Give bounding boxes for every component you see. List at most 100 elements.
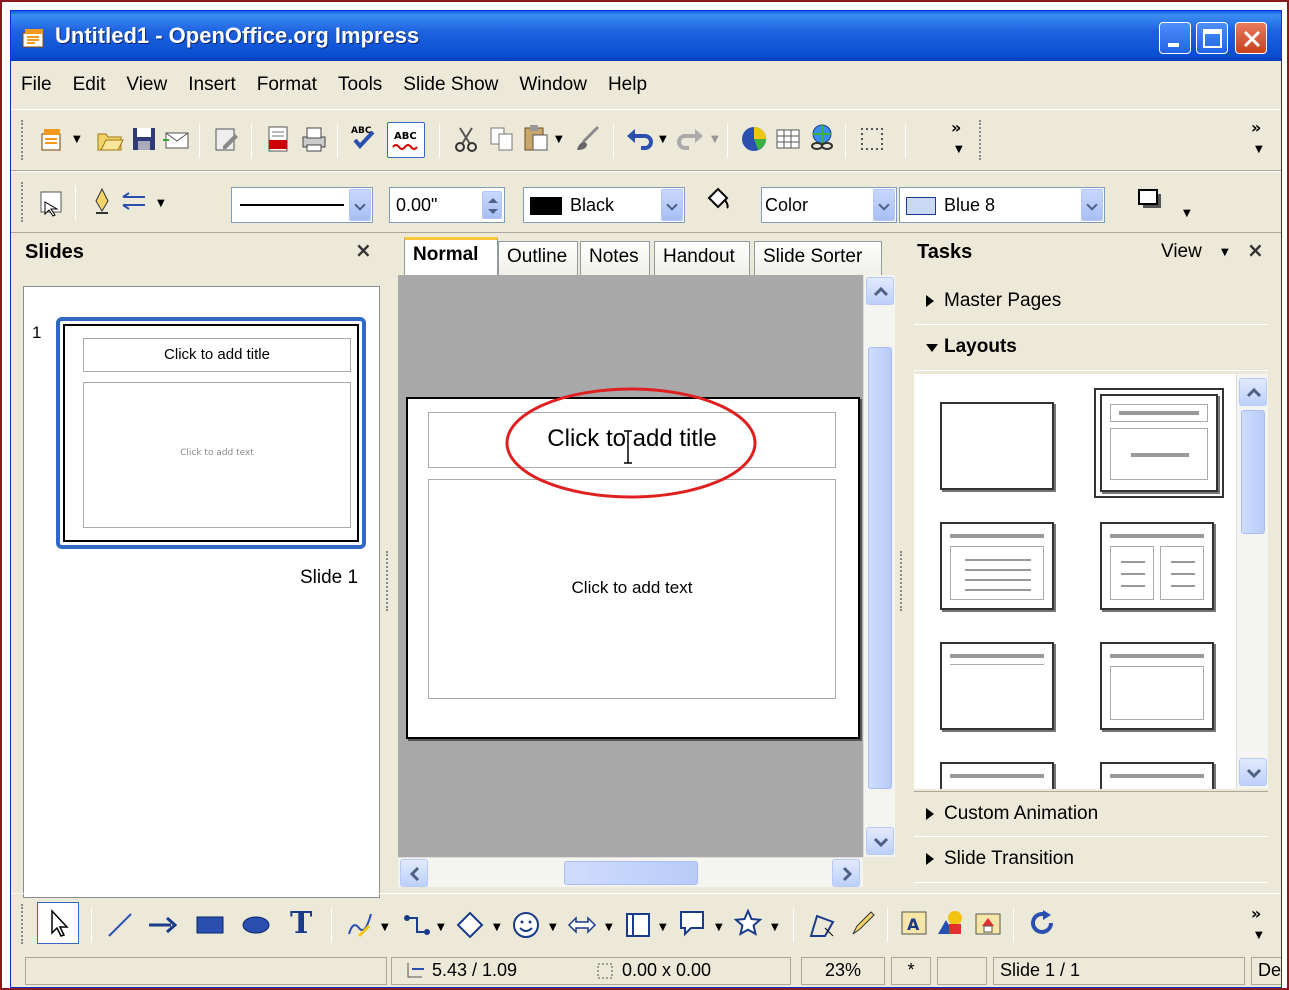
arrow-line-tool-icon[interactable] [147, 910, 177, 940]
rectangle-tool-icon[interactable] [195, 910, 225, 940]
slide-text-placeholder[interactable]: Click to add text [428, 479, 836, 699]
toolbar-grip[interactable] [21, 120, 25, 160]
curve-dropdown-icon[interactable]: ▼ [381, 922, 389, 933]
tasks-view-dropdown-icon[interactable]: ▼ [1221, 247, 1229, 258]
block-arrows-dropdown-icon[interactable]: ▼ [605, 922, 613, 933]
maximize-button[interactable] [1196, 22, 1228, 54]
menu-edit[interactable]: Edit [73, 74, 106, 96]
menu-file[interactable]: File [21, 74, 52, 96]
text-tool-icon[interactable]: T [287, 906, 317, 936]
title-bar[interactable]: Untitled1 - OpenOffice.org Impress [11, 11, 1281, 61]
scroll-left-button[interactable] [400, 859, 428, 887]
menu-view[interactable]: View [126, 74, 167, 96]
task-slide-transition[interactable]: Slide Transition [914, 837, 1268, 883]
tasks-view-menu[interactable]: View [1161, 241, 1202, 263]
scroll-down-button[interactable] [866, 827, 894, 855]
fontwork-icon[interactable]: A [899, 908, 929, 938]
points-edit-icon[interactable] [807, 910, 837, 940]
symbol-shapes-dropdown-icon[interactable]: ▼ [549, 922, 557, 933]
print-icon[interactable] [299, 124, 329, 154]
layout-partial-2[interactable] [1100, 762, 1214, 789]
symbol-shapes-smiley-icon[interactable] [511, 910, 541, 940]
tab-notes[interactable]: Notes [580, 241, 650, 275]
callouts-icon[interactable] [677, 908, 707, 938]
task-layouts[interactable]: Layouts [914, 325, 1268, 371]
line-color-dropdown[interactable] [661, 189, 683, 221]
left-splitter[interactable] [383, 275, 391, 887]
layouts-scroll-down-button[interactable] [1239, 758, 1267, 786]
callouts-dropdown-icon[interactable]: ▼ [715, 922, 723, 933]
redo-dropdown-icon[interactable]: ▼ [711, 134, 719, 145]
line-icon[interactable] [87, 186, 117, 216]
horizontal-scrollbar[interactable] [398, 857, 863, 887]
format-paintbrush-icon[interactable] [573, 124, 603, 154]
flowchart-icon[interactable] [623, 910, 653, 940]
new-dropdown-icon[interactable]: ▼ [73, 134, 81, 145]
layouts-scroll-thumb[interactable] [1241, 410, 1265, 534]
vertical-scroll-thumb[interactable] [868, 347, 892, 789]
shadow-icon[interactable] [1135, 186, 1165, 216]
menu-tools[interactable]: Tools [338, 74, 382, 96]
area-style-select[interactable]: Color [761, 187, 897, 223]
toolbar-overflow-chevron-icon[interactable]: » [1251, 118, 1261, 137]
area-fill-icon[interactable] [703, 186, 733, 216]
layout-two-columns[interactable] [1100, 522, 1214, 610]
export-pdf-icon[interactable] [263, 124, 293, 154]
flowchart-dropdown-icon[interactable]: ▼ [659, 922, 667, 933]
email-icon[interactable] [161, 124, 191, 154]
rotate-icon[interactable] [1027, 908, 1057, 938]
area-color-select[interactable]: Blue 8 [899, 187, 1105, 223]
stars-dropdown-icon[interactable]: ▼ [771, 922, 779, 933]
menu-insert[interactable]: Insert [188, 74, 236, 96]
drawbar-overflow-dropdown-icon[interactable]: ▼ [1255, 930, 1263, 941]
line-tool-icon[interactable] [105, 910, 135, 940]
right-splitter[interactable] [897, 275, 905, 887]
connector-tool-icon[interactable] [403, 910, 433, 940]
task-custom-animation[interactable]: Custom Animation [914, 791, 1268, 837]
toolbar-overflow-dropdown-icon[interactable]: ▼ [1255, 144, 1263, 155]
ellipse-tool-icon[interactable] [241, 910, 271, 940]
line-width-spinner[interactable]: 0.00" [389, 187, 505, 223]
auto-spellcheck-toggle[interactable]: ABC [387, 122, 425, 158]
basic-shapes-diamond-icon[interactable] [455, 910, 485, 940]
undo-icon[interactable] [625, 124, 655, 154]
layout-title-only[interactable] [940, 642, 1054, 730]
edit-file-icon[interactable] [211, 124, 241, 154]
styles-formatting-icon[interactable] [37, 188, 67, 218]
status-signature[interactable] [937, 957, 987, 985]
toolbar-options-dropdown-icon[interactable]: ▼ [955, 144, 963, 155]
tasks-pane-close-icon[interactable]: × [1247, 238, 1264, 262]
layouts-scrollbar[interactable] [1236, 374, 1268, 789]
block-arrows-icon[interactable] [567, 910, 597, 940]
drawbar-overflow-chevron-icon[interactable]: » [1251, 904, 1261, 923]
cut-icon[interactable] [451, 124, 481, 154]
menu-help[interactable]: Help [608, 74, 647, 96]
layout-partial-1[interactable] [940, 762, 1054, 789]
scroll-up-button[interactable] [866, 277, 894, 305]
redo-icon[interactable] [675, 124, 705, 154]
layout-blank[interactable] [940, 402, 1054, 490]
layout-title-content[interactable] [1094, 388, 1224, 498]
paste-icon[interactable] [521, 122, 551, 152]
new-document-icon[interactable] [37, 124, 67, 154]
spin-buttons[interactable] [482, 191, 502, 219]
toolbar-grip[interactable] [979, 120, 983, 160]
chart-icon[interactable] [739, 124, 769, 154]
tab-handout[interactable]: Handout [654, 241, 750, 275]
gallery-icon[interactable] [973, 908, 1003, 938]
status-zoom[interactable]: 23% [801, 957, 885, 985]
stars-icon[interactable] [733, 908, 763, 938]
connector-dropdown-icon[interactable]: ▼ [437, 922, 445, 933]
tab-slide-sorter[interactable]: Slide Sorter [754, 241, 882, 275]
spellcheck-icon[interactable]: ABC [349, 122, 379, 152]
glue-points-icon[interactable] [847, 908, 877, 938]
menu-format[interactable]: Format [257, 74, 317, 96]
select-tool-button[interactable] [37, 902, 79, 944]
tab-normal[interactable]: Normal [404, 237, 498, 277]
grid-icon[interactable] [857, 124, 887, 154]
slides-pane-close-icon[interactable]: × [355, 238, 372, 262]
scroll-right-button[interactable] [832, 859, 860, 887]
menu-slide-show[interactable]: Slide Show [403, 74, 498, 96]
layouts-scroll-up-button[interactable] [1239, 378, 1267, 406]
area-style-dropdown[interactable] [873, 189, 895, 221]
